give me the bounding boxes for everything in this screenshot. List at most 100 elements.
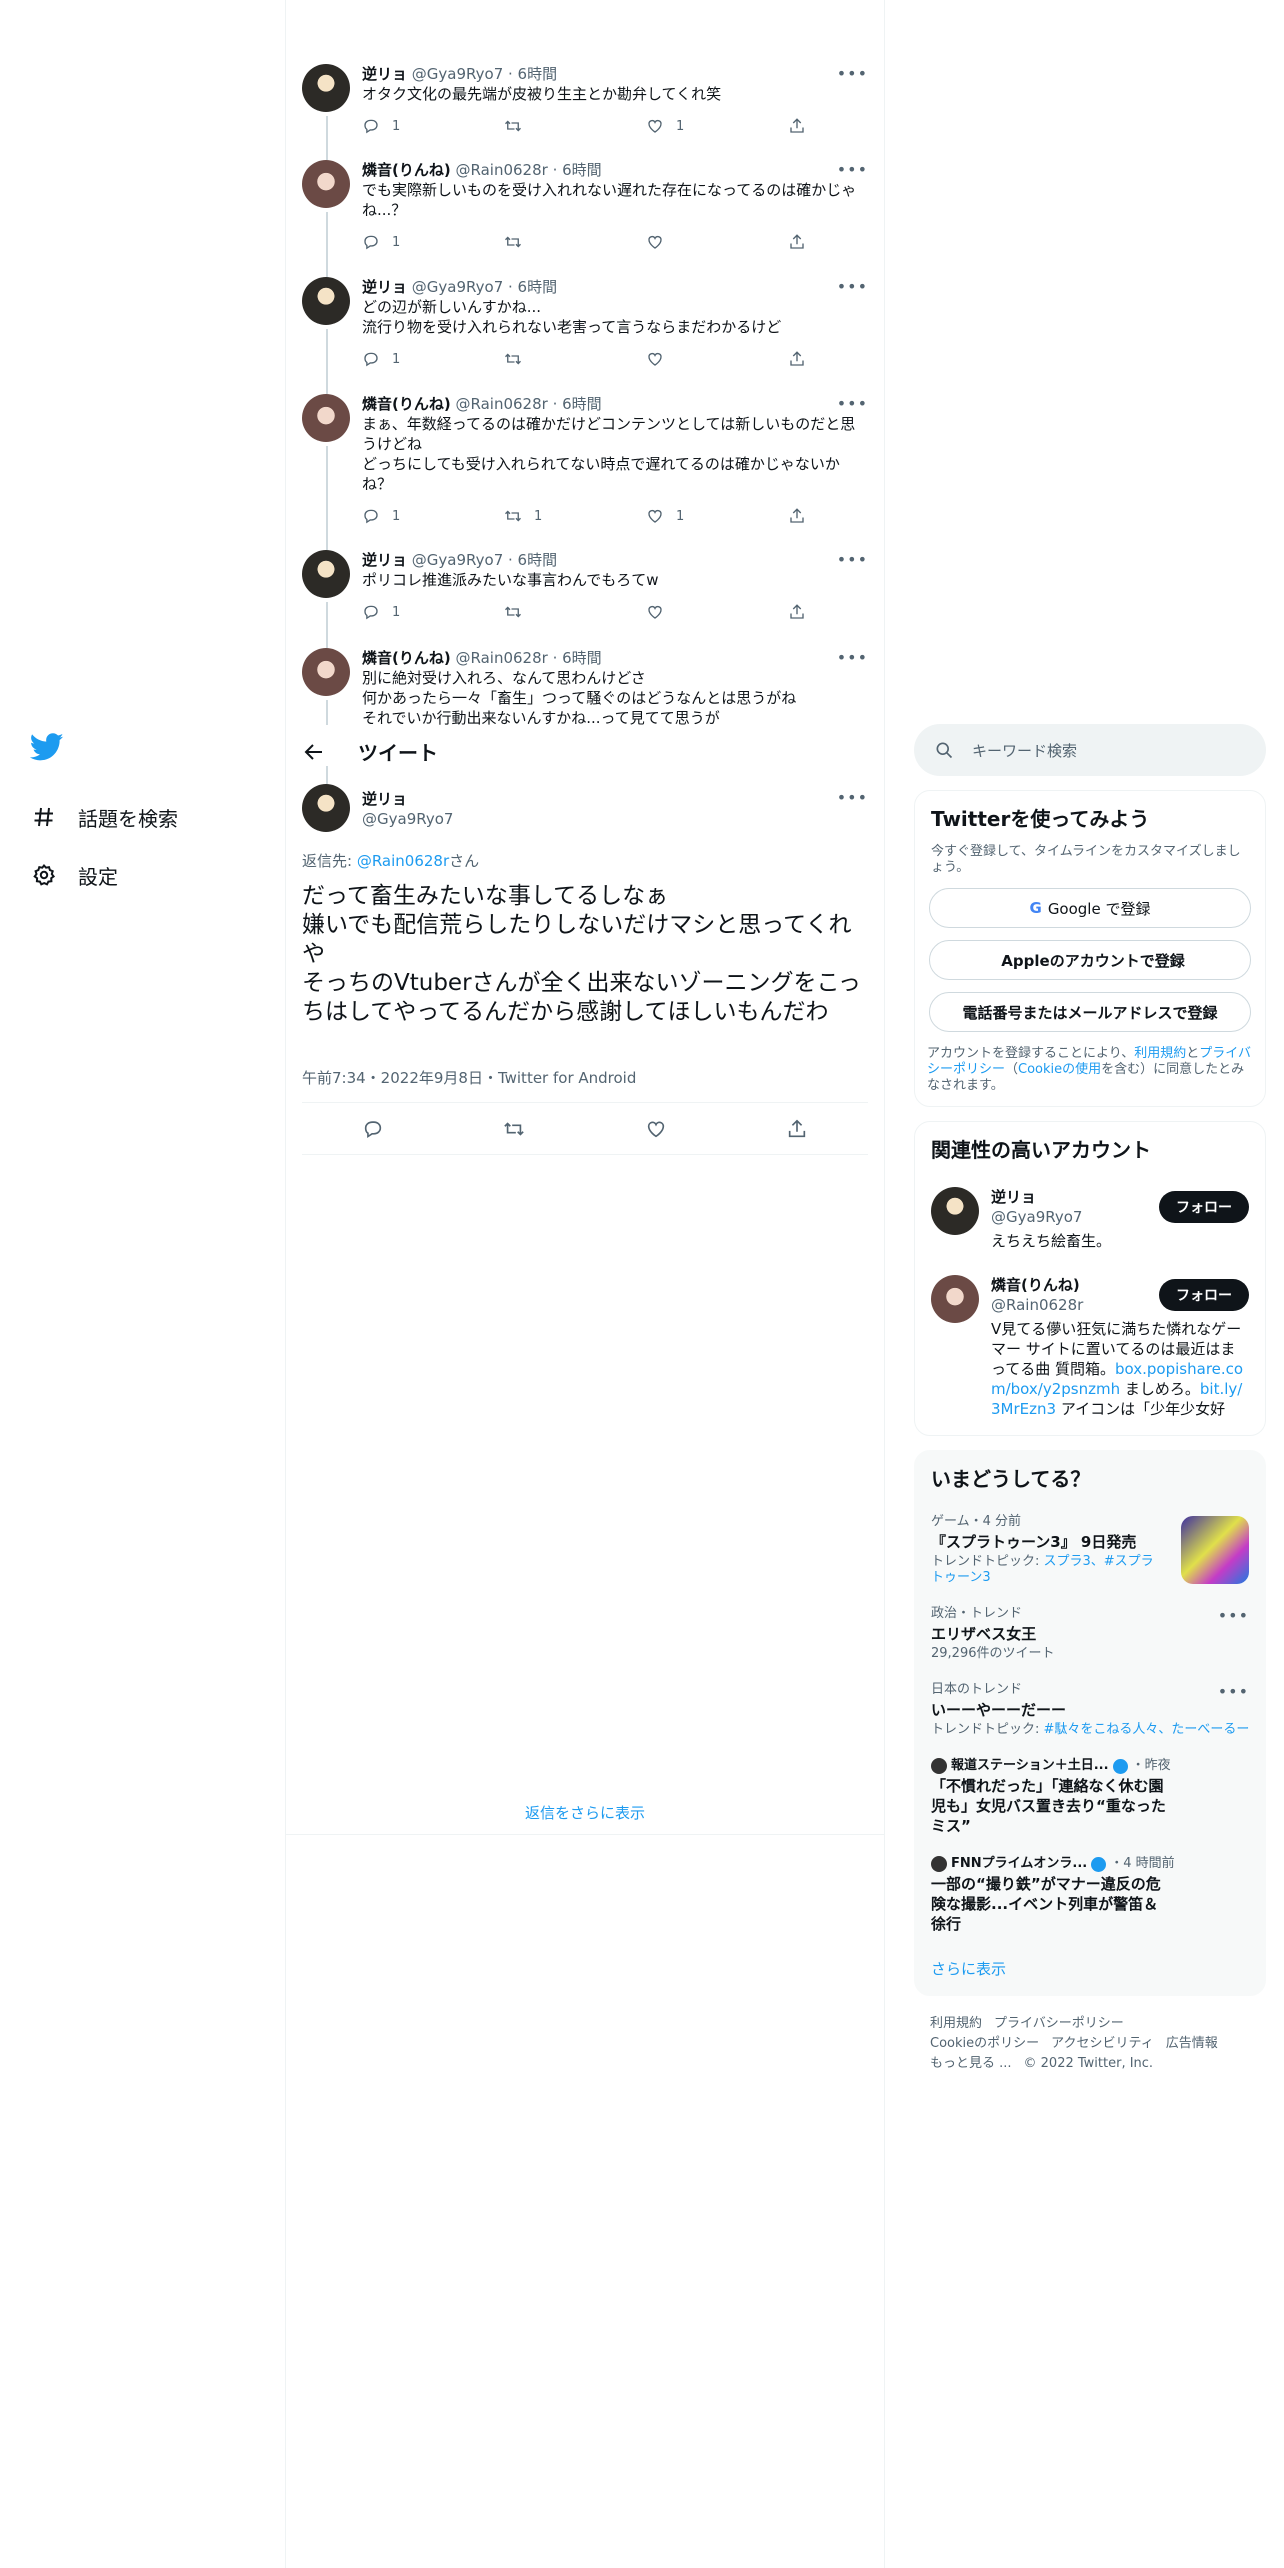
reply-action[interactable]: 1	[362, 504, 504, 528]
reply-action[interactable]: 1	[362, 347, 504, 371]
tweet-time[interactable]: 6時間	[518, 65, 558, 83]
tweet-time[interactable]: 6時間	[518, 278, 558, 296]
news-item[interactable]: 報道ステーション＋土日... ・昨夜 「不慣れだった」「連絡なく休む園児も」女児バ…	[915, 1748, 1265, 1846]
avatar[interactable]	[302, 648, 350, 696]
reply-action[interactable]: 1	[362, 600, 504, 624]
thread-tweet[interactable]: 燐音(りんね) @Rain0628r · 6時間 ••• 別に絶対受け入れろ、なんて…	[302, 648, 868, 725]
thread-tweet[interactable]: 逆リョ @Gya9Ryo7 · 6時間 ••• オタク文化の最先端が皮被り生主とか勘…	[302, 64, 868, 160]
tweet-time[interactable]: 6時間	[518, 551, 558, 569]
like-icon[interactable]	[645, 1118, 667, 1140]
reply-icon[interactable]	[362, 1118, 384, 1140]
follow-button[interactable]: フォロー	[1159, 1191, 1249, 1223]
more-icon[interactable]: •••	[837, 550, 868, 569]
reply-to-link[interactable]: @Rain0628r	[357, 852, 449, 870]
tweet-time[interactable]: 6時間	[562, 161, 602, 179]
avatar[interactable]	[302, 784, 350, 832]
author-handle[interactable]: @Rain0628r	[456, 649, 548, 667]
author-handle[interactable]: @Gya9Ryo7	[362, 810, 453, 828]
trend-item[interactable]: 日本のトレンド いーーやーーだーー トレンドトピック: #駄々をこねる人々、たー…	[915, 1672, 1265, 1748]
retweet-icon[interactable]	[503, 1118, 525, 1140]
more-icon[interactable]: •••	[837, 394, 868, 413]
author-name[interactable]: 逆リョ	[362, 65, 407, 83]
account-item[interactable]: 逆リョ @Gya9Ryo7 えちえち絵畜生。 フォロー	[915, 1175, 1265, 1263]
share-action[interactable]	[788, 347, 818, 371]
retweet-action[interactable]	[504, 230, 646, 254]
author-name[interactable]: 燐音(りんね)	[362, 161, 451, 179]
avatar[interactable]	[302, 550, 350, 598]
nav-explore[interactable]: 話題を検索	[30, 788, 270, 846]
tweet-text: まぁ、年数経ってるのは確かだけどコンテンツとしては新しいものだと思うけどね どっ…	[362, 415, 856, 493]
avatar[interactable]	[302, 394, 350, 442]
author-name[interactable]: 逆リョ	[362, 278, 407, 296]
avatar[interactable]	[302, 160, 350, 208]
phone-signup-button[interactable]: 電話番号またはメールアドレスで登録	[929, 992, 1251, 1032]
share-action[interactable]	[788, 114, 818, 138]
avatar[interactable]	[931, 1187, 979, 1235]
like-action[interactable]	[646, 230, 788, 254]
apple-signup-button[interactable]: Appleのアカウントで登録	[929, 940, 1251, 980]
more-icon[interactable]: •••	[837, 160, 868, 179]
thread-tweet[interactable]: 逆リョ @Gya9Ryo7 · 6時間 ••• どの辺が新しいんすかね... 流行り…	[302, 277, 868, 394]
like-action[interactable]: 1	[646, 504, 788, 528]
retweet-action[interactable]	[504, 114, 646, 138]
avatar[interactable]	[931, 1275, 979, 1323]
tweet-time[interactable]: 6時間	[562, 649, 602, 667]
trends-show-more[interactable]: さらに表示	[915, 1944, 1265, 1995]
author-handle[interactable]: @Rain0628r	[456, 161, 548, 179]
more-icon[interactable]: •••	[837, 648, 868, 667]
retweet-action[interactable]	[504, 600, 646, 624]
share-icon[interactable]	[786, 1118, 808, 1140]
thread-tweet[interactable]: 燐音(りんね) @Rain0628r · 6時間 ••• まぁ、年数経ってるのは確か…	[302, 394, 868, 550]
footer-link[interactable]: Cookieのポリシー	[930, 2036, 1039, 2051]
author-name[interactable]: 逆リョ	[362, 788, 407, 809]
more-icon[interactable]: •••	[1218, 1606, 1249, 1625]
back-arrow-icon[interactable]	[302, 740, 326, 764]
reply-action[interactable]: 1	[362, 230, 504, 254]
author-handle[interactable]: @Gya9Ryo7	[412, 551, 503, 569]
author-name[interactable]: 逆リョ	[362, 551, 407, 569]
retweet-action[interactable]	[504, 347, 646, 371]
more-icon[interactable]: •••	[837, 788, 868, 807]
cookie-link[interactable]: Cookieの使用	[1018, 1062, 1101, 1077]
author-handle[interactable]: @Gya9Ryo7	[412, 65, 503, 83]
account-item[interactable]: 燐音(りんね) @Rain0628r V見てる儚い狂気に満ちた憐れなゲーマー サ…	[915, 1263, 1265, 1431]
like-action[interactable]	[646, 600, 788, 624]
avatar[interactable]	[302, 64, 350, 112]
follow-button[interactable]: フォロー	[1159, 1279, 1249, 1311]
trend-sub-links[interactable]: #駄々をこねる人々、たーべーるー	[1044, 1722, 1249, 1737]
like-action[interactable]: 1	[646, 114, 788, 138]
footer-link[interactable]: 利用規約	[930, 2016, 982, 2031]
footer-link[interactable]: 広告情報	[1166, 2036, 1218, 2051]
thread-tweet[interactable]: 燐音(りんね) @Rain0628r · 6時間 ••• でも実際新しいものを受け入…	[302, 160, 868, 277]
reply-action[interactable]: 1	[362, 114, 504, 138]
author-handle[interactable]: @Gya9Ryo7	[412, 278, 503, 296]
footer-link[interactable]: アクセシビリティ	[1051, 2036, 1154, 2051]
author-name[interactable]: 燐音(りんね)	[362, 649, 451, 667]
share-action[interactable]	[788, 230, 818, 254]
like-action[interactable]	[646, 347, 788, 371]
tweet-meta[interactable]: 午前7:34・2022年9月8日・Twitter for Android	[302, 1067, 636, 1088]
retweet-action[interactable]: 1	[504, 504, 646, 528]
thread-tweet[interactable]: 逆リョ @Gya9Ryo7 · 6時間 ••• ポリコレ推進派みたいな事言わんでもろ…	[302, 550, 868, 648]
more-icon[interactable]: •••	[837, 64, 868, 83]
share-action[interactable]	[788, 600, 818, 624]
terms-link[interactable]: 利用規約	[1134, 1046, 1186, 1061]
reply-count: 1	[392, 234, 401, 250]
news-item[interactable]: FNNプライムオンラ... ・4 時間前 一部の“撮り鉄”がマナー違反の危険な撮影…	[915, 1846, 1265, 1944]
footer-link[interactable]: プライバシーポリシー	[994, 2016, 1124, 2031]
avatar[interactable]	[302, 277, 350, 325]
show-more-replies[interactable]: 返信をさらに表示	[286, 1790, 884, 1835]
google-signup-button[interactable]: G Google で登録	[929, 888, 1251, 928]
author-handle[interactable]: @Rain0628r	[456, 395, 548, 413]
search-input[interactable]: キーワード検索	[914, 724, 1266, 776]
tweet-time[interactable]: 6時間	[562, 395, 602, 413]
more-icon[interactable]: •••	[837, 277, 868, 296]
more-icon[interactable]: •••	[1218, 1682, 1249, 1701]
twitter-logo-icon[interactable]	[30, 730, 64, 764]
trend-item[interactable]: 政治・トレンド エリザベス女王 29,296件のツイート •••	[915, 1596, 1265, 1672]
author-name[interactable]: 燐音(りんね)	[362, 395, 451, 413]
nav-settings[interactable]: 設定	[30, 846, 270, 904]
share-action[interactable]	[788, 504, 818, 528]
footer-link[interactable]: もっと見る ...	[930, 2056, 1012, 2071]
trend-item[interactable]: ゲーム・4 分前 『スプラトゥーン3』 9日発売 トレンドトピック: スプラ3、…	[915, 1504, 1265, 1596]
